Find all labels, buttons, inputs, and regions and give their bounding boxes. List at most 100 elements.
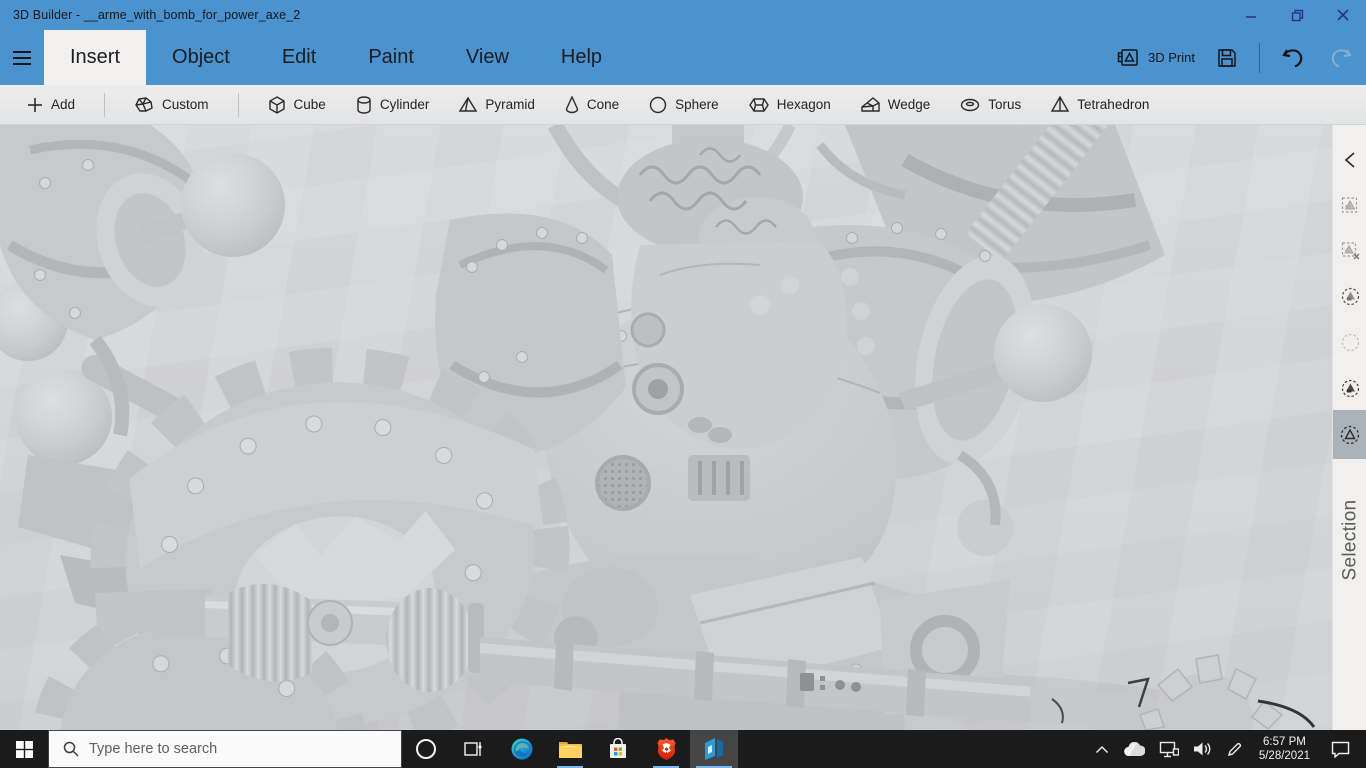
3d-model-canvas	[0, 125, 1316, 730]
tray-date: 5/28/2021	[1258, 750, 1310, 762]
cortana-icon	[416, 739, 436, 759]
shape-cube-button[interactable]: Cube	[253, 85, 341, 125]
edge-button[interactable]	[498, 730, 546, 768]
cube-icon	[268, 95, 286, 114]
3d-print-button[interactable]: 3D Print	[1116, 48, 1195, 68]
toolbar-divider	[237, 92, 239, 117]
search-placeholder: Type here to search	[89, 741, 218, 757]
file-explorer-button[interactable]	[546, 730, 594, 768]
store-button[interactable]	[594, 730, 642, 768]
selection-sidebar: Selection	[1332, 125, 1366, 730]
tab-help[interactable]: Help	[535, 30, 628, 85]
shape-wedge-button[interactable]: Wedge	[846, 85, 946, 125]
shape-label: Cube	[293, 97, 326, 112]
shape-label: Cylinder	[379, 97, 430, 112]
task-view-button[interactable]	[450, 730, 498, 768]
edge-icon	[511, 738, 533, 760]
shape-torus-button[interactable]: Torus	[945, 85, 1036, 125]
cone-icon	[565, 95, 579, 114]
3d-viewport[interactable]	[0, 125, 1332, 730]
save-button[interactable]	[1217, 48, 1237, 68]
windows-start-icon	[15, 740, 33, 758]
minimize-button[interactable]	[1228, 0, 1274, 30]
chevron-left-icon	[1344, 152, 1355, 168]
menu-actions: 3D Print	[1116, 30, 1366, 85]
shape-label: Tetrahedron	[1077, 97, 1150, 112]
3d-print-icon	[1117, 48, 1138, 66]
pyramid-icon	[459, 96, 478, 113]
pen-button[interactable]	[1219, 730, 1250, 768]
menu-divider	[1259, 42, 1260, 73]
title-bar: 3D Builder - __arme_with_bomb_for_power_…	[0, 0, 1366, 30]
brave-icon	[657, 738, 675, 760]
start-button[interactable]	[0, 730, 48, 768]
ethernet-network-icon	[1159, 741, 1179, 757]
cylinder-icon	[356, 95, 372, 114]
select-all-icon	[1341, 196, 1357, 213]
tab-object[interactable]: Object	[146, 30, 256, 85]
selection-mode-triangle-icon	[1340, 425, 1360, 444]
onedrive-button[interactable]	[1116, 730, 1152, 768]
shape-sphere-button[interactable]: Sphere	[634, 85, 734, 125]
volume-button[interactable]	[1186, 730, 1219, 768]
tab-insert[interactable]: Insert	[44, 30, 147, 85]
sphere-icon	[649, 96, 667, 114]
window-controls	[1228, 0, 1366, 30]
cortana-button[interactable]	[402, 730, 450, 768]
tab-paint[interactable]: Paint	[342, 30, 440, 85]
select-none-button[interactable]	[1333, 227, 1366, 273]
shape-cone-button[interactable]: Cone	[550, 85, 634, 125]
selection-circle-empty-button[interactable]	[1333, 319, 1366, 365]
action-center-icon	[1331, 741, 1350, 758]
collapse-panel-button[interactable]	[1333, 137, 1366, 183]
torus-icon	[960, 98, 980, 112]
selection-panel-label: Selection	[1339, 499, 1360, 581]
chevron-up-icon	[1095, 745, 1108, 753]
3d-builder-icon	[705, 738, 723, 760]
shape-label: Hexagon	[776, 97, 831, 112]
tab-edit[interactable]: Edit	[256, 30, 342, 85]
brave-button[interactable]	[642, 730, 690, 768]
shape-label: Cone	[586, 97, 620, 112]
3d-builder-taskbar-button[interactable]	[690, 730, 738, 768]
shape-hexagon-button[interactable]: Hexagon	[734, 85, 846, 125]
selection-mode-button[interactable]	[1333, 410, 1366, 459]
selection-circle-empty-icon	[1341, 333, 1359, 351]
undo-icon	[1282, 48, 1303, 68]
shape-label: Pyramid	[485, 97, 535, 112]
panel-title-vertical: Selection	[1333, 465, 1366, 615]
select-all-button[interactable]	[1333, 181, 1366, 227]
shape-cylinder-button[interactable]: Cylinder	[341, 85, 445, 125]
tray-time: 6:57 PM	[1263, 736, 1306, 748]
onedrive-cloud-icon	[1124, 741, 1145, 756]
taskbar: Type here to search 6:57 PM 5/28/2021	[0, 730, 1366, 768]
tab-view[interactable]: View	[440, 30, 535, 85]
restore-icon	[1291, 9, 1303, 21]
redo-button[interactable]	[1328, 47, 1352, 69]
plus-icon	[27, 97, 43, 113]
tetrahedron-icon	[1051, 96, 1070, 113]
pen-icon	[1227, 742, 1241, 756]
search-icon	[63, 741, 79, 757]
speaker-volume-icon	[1193, 742, 1211, 756]
network-button[interactable]	[1152, 730, 1186, 768]
restore-button[interactable]	[1274, 0, 1320, 30]
hamburger-button[interactable]	[0, 30, 44, 85]
taskbar-search[interactable]: Type here to search	[48, 730, 402, 768]
custom-shape-button[interactable]: Custom	[119, 85, 224, 125]
action-center-button[interactable]	[1319, 730, 1362, 768]
system-tray: 6:57 PM 5/28/2021	[1088, 730, 1366, 768]
invert-selection-button[interactable]	[1333, 273, 1366, 319]
undo-button[interactable]	[1282, 47, 1306, 69]
clock[interactable]: 6:57 PM 5/28/2021	[1250, 730, 1319, 768]
select-none-icon	[1341, 241, 1359, 259]
tray-overflow-button[interactable]	[1088, 730, 1116, 768]
add-button[interactable]: Add	[12, 85, 90, 125]
close-button[interactable]	[1320, 0, 1366, 30]
selection-circle-filled-button[interactable]	[1333, 365, 1366, 411]
shape-pyramid-button[interactable]: Pyramid	[444, 85, 550, 125]
task-view-icon	[464, 742, 482, 756]
add-label: Add	[51, 97, 76, 112]
redo-icon	[1331, 48, 1352, 67]
shape-tetrahedron-button[interactable]: Tetrahedron	[1036, 85, 1164, 125]
